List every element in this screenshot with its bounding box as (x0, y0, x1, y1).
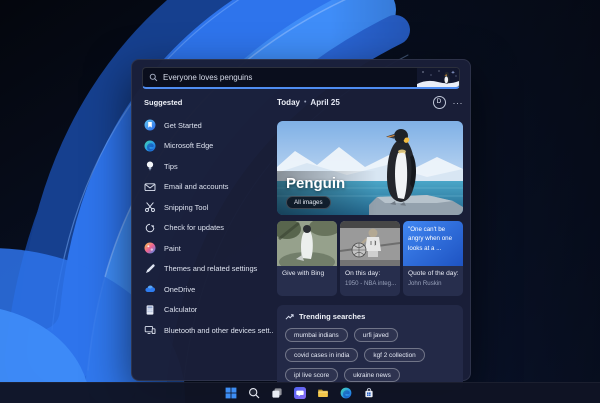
suggested-item-snipping-tool[interactable]: Snipping Tool (142, 197, 275, 218)
today-header: Today • April 25 D ··· (277, 96, 463, 109)
suggested-item-check-updates[interactable]: Check for updates (142, 218, 275, 239)
today-section: Today • April 25 D ··· Penguin All image… (277, 96, 463, 390)
give-with-bing-thumbnail (277, 221, 337, 266)
card-subcaption: 1950 - NBA integ... (345, 279, 397, 287)
suggested-item-label: Bluetooth and other devices sett... (164, 325, 273, 335)
today-separator: • (303, 99, 307, 106)
windows-logo-icon (225, 387, 237, 399)
chat-button[interactable] (293, 386, 307, 400)
on-this-day-thumbnail (340, 221, 400, 266)
suggested-item-get-started[interactable]: Get Started (142, 115, 275, 136)
store-icon (365, 388, 373, 398)
chat-icon (294, 387, 306, 399)
task-view-button[interactable] (270, 386, 284, 400)
search-box[interactable] (142, 67, 460, 89)
start-button[interactable] (224, 386, 238, 400)
edge-icon (340, 387, 352, 399)
today-cards-row: Give with Bing On this day: 1950 - NBA i… (277, 221, 463, 296)
card-subcaption: John Ruskin (408, 279, 442, 287)
suggested-item-label: Get Started (164, 120, 202, 130)
trending-chip[interactable]: kgf 2 collection (364, 348, 425, 362)
card-caption: Give with Bing (282, 270, 325, 277)
card-caption: Quote of the day: (408, 270, 459, 277)
suggested-item-label: Email and accounts (164, 182, 229, 192)
suggested-item-microsoft-edge[interactable]: Microsoft Edge (142, 136, 275, 157)
search-input[interactable] (163, 73, 417, 82)
file-explorer-button[interactable] (316, 386, 330, 400)
profile-button[interactable]: D (432, 96, 446, 109)
card-give-with-bing[interactable]: Give with Bing (277, 221, 337, 296)
updates-icon (145, 223, 155, 233)
today-label: Today (277, 98, 300, 107)
all-images-button[interactable]: All images (286, 196, 331, 209)
suggested-item-label: Snipping Tool (164, 202, 209, 212)
paint-icon (144, 242, 156, 254)
themes-icon (146, 264, 155, 273)
trending-up-icon (285, 314, 294, 320)
suggested-item-label: Check for updates (164, 223, 224, 233)
snipping-tool-icon (145, 202, 155, 213)
suggested-item-label: Microsoft Edge (164, 141, 214, 151)
search-icon (149, 73, 158, 82)
suggested-section: Suggested Get Started Microsoft Edge Tip… (142, 96, 275, 341)
search-flyout-panel: Suggested Get Started Microsoft Edge (131, 59, 471, 390)
onedrive-icon (145, 285, 156, 293)
get-started-icon (144, 119, 156, 131)
trending-chip[interactable]: ukraine news (344, 368, 400, 382)
suggested-item-label: Paint (164, 243, 181, 253)
suggested-item-paint[interactable]: Paint (142, 238, 275, 259)
suggested-item-label: Calculator (164, 305, 198, 315)
task-view-icon (272, 388, 282, 398)
search-icon (249, 388, 260, 399)
suggested-item-themes[interactable]: Themes and related settings (142, 259, 275, 280)
file-explorer-icon (318, 389, 328, 397)
calculator-icon (146, 305, 154, 315)
trending-title: Trending searches (299, 312, 366, 321)
suggested-title: Suggested (144, 98, 183, 107)
penguin-doodle-icon (417, 68, 459, 87)
trending-chip[interactable]: covid cases in india (285, 348, 359, 362)
hero-title: Penguin (286, 175, 346, 192)
quote-text: "One can't be angry when one looks at a … (403, 221, 463, 266)
suggested-item-tips[interactable]: Tips (142, 156, 275, 177)
edge-icon (144, 140, 156, 152)
trending-searches-panel: Trending searches mumbai indians urfi ja… (277, 305, 463, 390)
card-on-this-day[interactable]: On this day: 1950 - NBA integ... (340, 221, 400, 296)
suggested-item-onedrive[interactable]: OneDrive (142, 279, 275, 300)
suggested-item-email-accounts[interactable]: Email and accounts (142, 177, 275, 198)
card-subcaption (277, 279, 337, 280)
card-quote-of-the-day[interactable]: "One can't be angry when one looks at a … (403, 221, 463, 296)
trending-chip[interactable]: ipl live score (285, 368, 339, 382)
trending-header: Trending searches (285, 312, 455, 321)
suggested-item-label: OneDrive (164, 284, 196, 294)
edge-browser-button[interactable] (339, 386, 353, 400)
today-date: April 25 (310, 98, 340, 107)
tips-icon (146, 161, 154, 171)
suggested-item-label: Themes and related settings (164, 264, 258, 274)
suggested-item-bluetooth-devices[interactable]: Bluetooth and other devices sett... (142, 320, 275, 341)
trending-chips: mumbai indians urfi javed covid cases in… (285, 328, 455, 382)
taskbar-search-button[interactable] (247, 386, 261, 400)
bluetooth-devices-icon (144, 326, 156, 335)
more-options-button[interactable]: ··· (453, 98, 464, 107)
hero-card-penguin[interactable]: Penguin All images (277, 121, 463, 215)
card-caption: On this day: (345, 270, 381, 277)
store-button[interactable] (362, 386, 376, 400)
suggested-item-calculator[interactable]: Calculator (142, 300, 275, 321)
trending-chip[interactable]: mumbai indians (285, 328, 348, 342)
email-icon (144, 183, 156, 191)
suggested-item-label: Tips (164, 161, 178, 171)
trending-chip[interactable]: urfi javed (353, 328, 398, 342)
taskbar (0, 382, 600, 403)
